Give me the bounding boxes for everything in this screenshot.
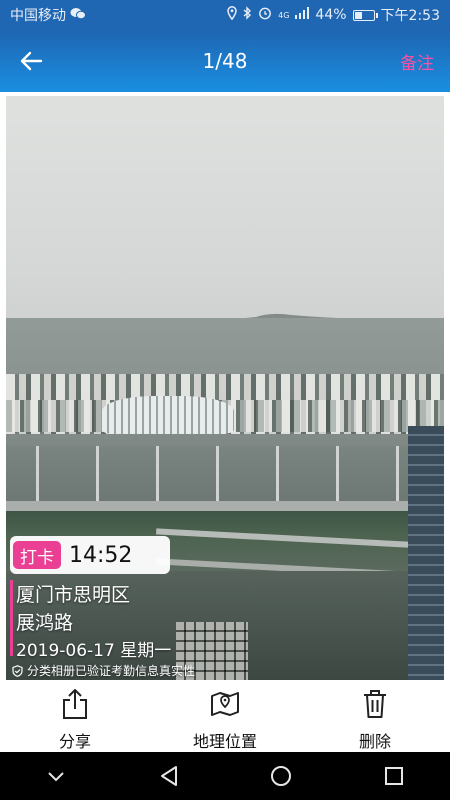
recents-square-icon (384, 767, 403, 785)
verification-text: 分类相册已验证考勤信息真实性 (27, 664, 196, 678)
clock: 下午2:53 (380, 8, 440, 24)
share-button[interactable]: 分享 (0, 682, 150, 752)
status-bar: 中国移动 4G 44% 下午2:53 (0, 0, 450, 30)
marina (6, 446, 444, 506)
battery-icon (352, 9, 378, 21)
signal-icon (295, 7, 310, 23)
shield-check-icon (12, 664, 23, 677)
chevron-down-icon (48, 772, 64, 782)
delete-button[interactable]: 删除 (300, 682, 450, 752)
network-type: 4G (278, 10, 290, 20)
carrier-name: 中国移动 (10, 8, 66, 24)
nav-recents-button[interactable] (374, 756, 414, 796)
punch-stamp: 打卡 14:52 (10, 536, 170, 574)
address-road: 展鸿路 (16, 612, 74, 634)
share-label: 分享 (58, 732, 91, 751)
location-icon (227, 6, 237, 24)
status-left: 中国移动 (10, 5, 86, 25)
note-button[interactable]: 备注 (400, 49, 434, 74)
trash-icon (359, 688, 391, 720)
address-accent-bar (10, 580, 13, 656)
verification-note: 分类相册已验证考勤信息真实性 (12, 662, 195, 679)
action-bar: 分享 地理位置 删除 (0, 682, 450, 752)
nav-home-button[interactable] (261, 756, 301, 796)
punch-time: 14:52 (69, 542, 133, 568)
battery-fill (354, 11, 363, 19)
battery-percent: 44% (315, 7, 347, 23)
alarm-icon (258, 6, 272, 24)
app-bar: 1/48 备注 (0, 30, 450, 92)
photo-counter: 1/48 (202, 49, 248, 73)
status-right: 4G 44% 下午2:53 (227, 5, 440, 25)
shoreline (6, 501, 444, 511)
wechat-icon (70, 7, 86, 24)
location-label: 地理位置 (192, 732, 257, 751)
punch-date: 2019-06-17 星期一 (16, 641, 172, 661)
location-button[interactable]: 地理位置 (150, 682, 300, 752)
address-district: 厦门市思明区 (16, 584, 131, 606)
nav-back-button[interactable] (149, 756, 189, 796)
hide-nav-button[interactable] (36, 756, 76, 796)
glass-tower (408, 426, 444, 680)
back-triangle-icon (160, 766, 177, 786)
circular-building (102, 396, 234, 434)
punch-tag: 打卡 (13, 541, 61, 569)
bluetooth-icon (243, 6, 252, 24)
home-circle-icon (271, 766, 292, 786)
share-icon (59, 688, 91, 720)
delete-label: 删除 (358, 732, 391, 751)
map-pin-icon (209, 688, 241, 720)
system-nav-bar (0, 752, 450, 800)
